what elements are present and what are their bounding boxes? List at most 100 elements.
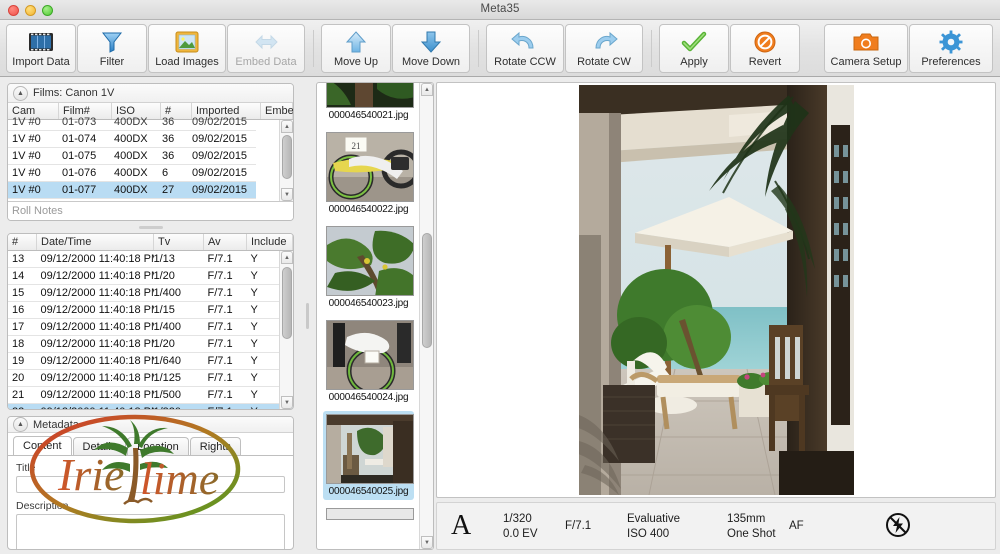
embed-data-button[interactable]: Embed Data	[227, 24, 305, 73]
cell-tv: 1/20	[153, 335, 204, 353]
table-row[interactable]: 17 09/12/2000 11:40:18 PM 1/400 F/7.1 Y	[8, 318, 293, 336]
scroll-down-icon[interactable]: ▼	[421, 536, 433, 549]
table-row[interactable]: 1V #0 01-076 400DX 6 09/02/2015 Yes	[8, 165, 256, 182]
scroll-down-icon[interactable]: ▼	[281, 188, 293, 201]
move-up-button[interactable]: Move Up	[321, 24, 391, 73]
apply-button[interactable]: Apply	[659, 24, 729, 73]
preferences-button[interactable]: Preferences	[909, 24, 993, 73]
col-include[interactable]: Include	[246, 234, 293, 251]
films-table-body: 1V #0 01-073 400DX 36 09/02/2015 Yes 1V …	[8, 114, 256, 199]
table-row[interactable]: 1V #0 01-075 400DX 36 09/02/2015 Yes	[8, 148, 256, 165]
col-embedded[interactable]: Embedded	[260, 103, 293, 120]
table-row[interactable]: 19 09/12/2000 11:40:18 PM 1/640 F/7.1 Y	[8, 352, 293, 370]
films-scrollbar[interactable]: ▲ ▼	[279, 120, 293, 201]
title-bar: Meta35	[0, 0, 1000, 20]
films-panel-title: Films: Canon 1V	[33, 87, 115, 99]
tab-content[interactable]: Content	[13, 436, 72, 455]
revert-button[interactable]: Revert	[730, 24, 800, 73]
description-field-label: Description	[16, 500, 69, 512]
films-table-wrap: Cam Film# ISO # Imported Embedded 1V #0 …	[8, 103, 293, 201]
cell-av: F/7.1	[203, 369, 247, 387]
col-datetime[interactable]: Date/Time	[36, 234, 154, 251]
table-row[interactable]: 15 09/12/2000 11:40:18 PM 1/400 F/7.1 Y	[8, 284, 293, 302]
cell-datetime: 09/12/2000 11:40:18 PM	[36, 267, 154, 285]
camera-setup-button[interactable]: Camera Setup	[824, 24, 908, 73]
cell-num: 36	[158, 131, 188, 148]
films-panel-header[interactable]: ▲ Films: Canon 1V	[8, 84, 293, 103]
cell-datetime: 09/12/2000 11:40:18 PM	[36, 352, 154, 370]
preview-panel: A 1/320 0.0 EV F/7.1 Evaluative ISO 400 …	[436, 78, 1000, 554]
table-row[interactable]: 20 09/12/2000 11:40:18 PM 1/125 F/7.1 Y	[8, 369, 293, 387]
exif-info-bar: A 1/320 0.0 EV F/7.1 Evaluative ISO 400 …	[436, 502, 996, 550]
filter-button[interactable]: Filter	[77, 24, 147, 73]
cell-tv: 1/640	[153, 352, 204, 370]
table-row[interactable]: 1V #0 01-073 400DX 36 09/02/2015 Yes	[8, 114, 256, 131]
scroll-up-icon[interactable]: ▲	[281, 120, 293, 133]
thumbnail-image	[326, 320, 414, 390]
splitter-grip	[138, 225, 163, 229]
horizontal-splitter[interactable]	[7, 221, 294, 233]
tab-details[interactable]: Details	[72, 437, 127, 455]
exposure-comp: 0.0 EV	[503, 527, 538, 540]
cell-imported: 09/02/2015	[188, 131, 256, 148]
list-item[interactable]	[323, 505, 414, 523]
col-tv[interactable]: Tv	[153, 234, 204, 251]
title-input[interactable]	[16, 476, 285, 493]
gear-icon	[939, 29, 963, 55]
cell-frame-num: 21	[8, 386, 37, 404]
chevron-up-icon[interactable]: ▲	[13, 417, 28, 432]
scroll-up-icon[interactable]: ▲	[421, 83, 433, 96]
table-row[interactable]: 13 09/12/2000 11:40:18 PM 1/13 F/7.1 Y	[8, 250, 293, 268]
load-images-button[interactable]: Load Images	[148, 24, 226, 73]
table-row[interactable]: 18 09/12/2000 11:40:18 PM 1/20 F/7.1 Y	[8, 335, 293, 353]
col-av[interactable]: Av	[203, 234, 247, 251]
preview-image-container[interactable]	[436, 82, 996, 498]
table-row[interactable]: 1V #0 01-074 400DX 36 09/02/2015 Yes	[8, 131, 256, 148]
list-item-selected[interactable]: 000046540025.jpg	[323, 411, 414, 500]
rotate-ccw-button[interactable]: Rotate CCW	[486, 24, 564, 73]
scrollbar-thumb[interactable]	[282, 267, 292, 339]
scrollbar-thumb[interactable]	[422, 233, 432, 348]
list-item[interactable]: 000046540024.jpg	[323, 317, 414, 406]
thumbnail-scrollbar[interactable]: ▲ ▼	[419, 83, 433, 549]
tab-rights[interactable]: Rights	[189, 437, 241, 455]
shutter-speed: 1/320	[503, 512, 532, 525]
move-down-button[interactable]: Move Down	[392, 24, 470, 73]
cell-iso: 400DX	[110, 114, 158, 131]
lens-group: 135mm One Shot	[727, 513, 789, 540]
cell-frame-num: 13	[8, 250, 37, 268]
col-frame-num[interactable]: #	[8, 234, 37, 251]
list-item[interactable]: 000046540023.jpg	[323, 223, 414, 312]
cell-datetime: 09/12/2000 11:40:18 PM	[36, 386, 154, 404]
cell-av: F/7.1	[203, 267, 247, 285]
scroll-up-icon[interactable]: ▲	[281, 251, 293, 264]
thumbnail-scroll-area[interactable]: 000046540021.jpg 21 000046540022.jpg 000…	[317, 83, 419, 549]
vertical-splitter-left[interactable]	[298, 78, 316, 554]
tab-location[interactable]: Location	[127, 437, 189, 455]
revert-label: Revert	[748, 56, 782, 68]
rotate-cw-button[interactable]: Rotate CW	[565, 24, 643, 73]
cell-datetime: 09/12/2000 11:40:18 PM	[36, 335, 154, 353]
tab-rights-label: Rights	[199, 440, 231, 453]
description-textarea[interactable]	[16, 514, 285, 549]
cell-film: 01-075	[58, 148, 110, 165]
roll-notes-input[interactable]: Roll Notes	[8, 201, 293, 220]
cell-imported: 09/02/2015	[188, 114, 256, 131]
scroll-down-icon[interactable]: ▼	[281, 396, 293, 409]
list-item[interactable]: 21 000046540022.jpg	[323, 129, 414, 218]
preview-photo	[578, 85, 854, 495]
table-row[interactable]: 16 09/12/2000 11:40:18 PM 1/15 F/7.1 Y	[8, 301, 293, 319]
list-item[interactable]: 000046540021.jpg	[323, 83, 414, 124]
cell-av: F/7.1	[203, 284, 247, 302]
scrollbar-thumb[interactable]	[282, 135, 292, 179]
shutter-group: 1/320 0.0 EV	[503, 513, 565, 540]
metadata-panel-header[interactable]: ▲ Metadata	[8, 417, 293, 433]
table-row-selected[interactable]: 22 09/12/2000 11:40:18 PM 1/320 F/7.1 Y	[8, 403, 293, 409]
frames-scrollbar[interactable]: ▲ ▼	[279, 251, 293, 409]
table-row-selected[interactable]: 1V #0 01-077 400DX 27 09/02/2015 Yes	[8, 182, 256, 199]
table-row[interactable]: 14 09/12/2000 11:40:18 PM 1/20 F/7.1 Y	[8, 267, 293, 285]
table-row[interactable]: 21 09/12/2000 11:40:18 PM 1/500 F/7.1 Y	[8, 386, 293, 404]
import-data-button[interactable]: Import Data	[6, 24, 76, 73]
chevron-up-icon[interactable]: ▲	[13, 85, 28, 101]
